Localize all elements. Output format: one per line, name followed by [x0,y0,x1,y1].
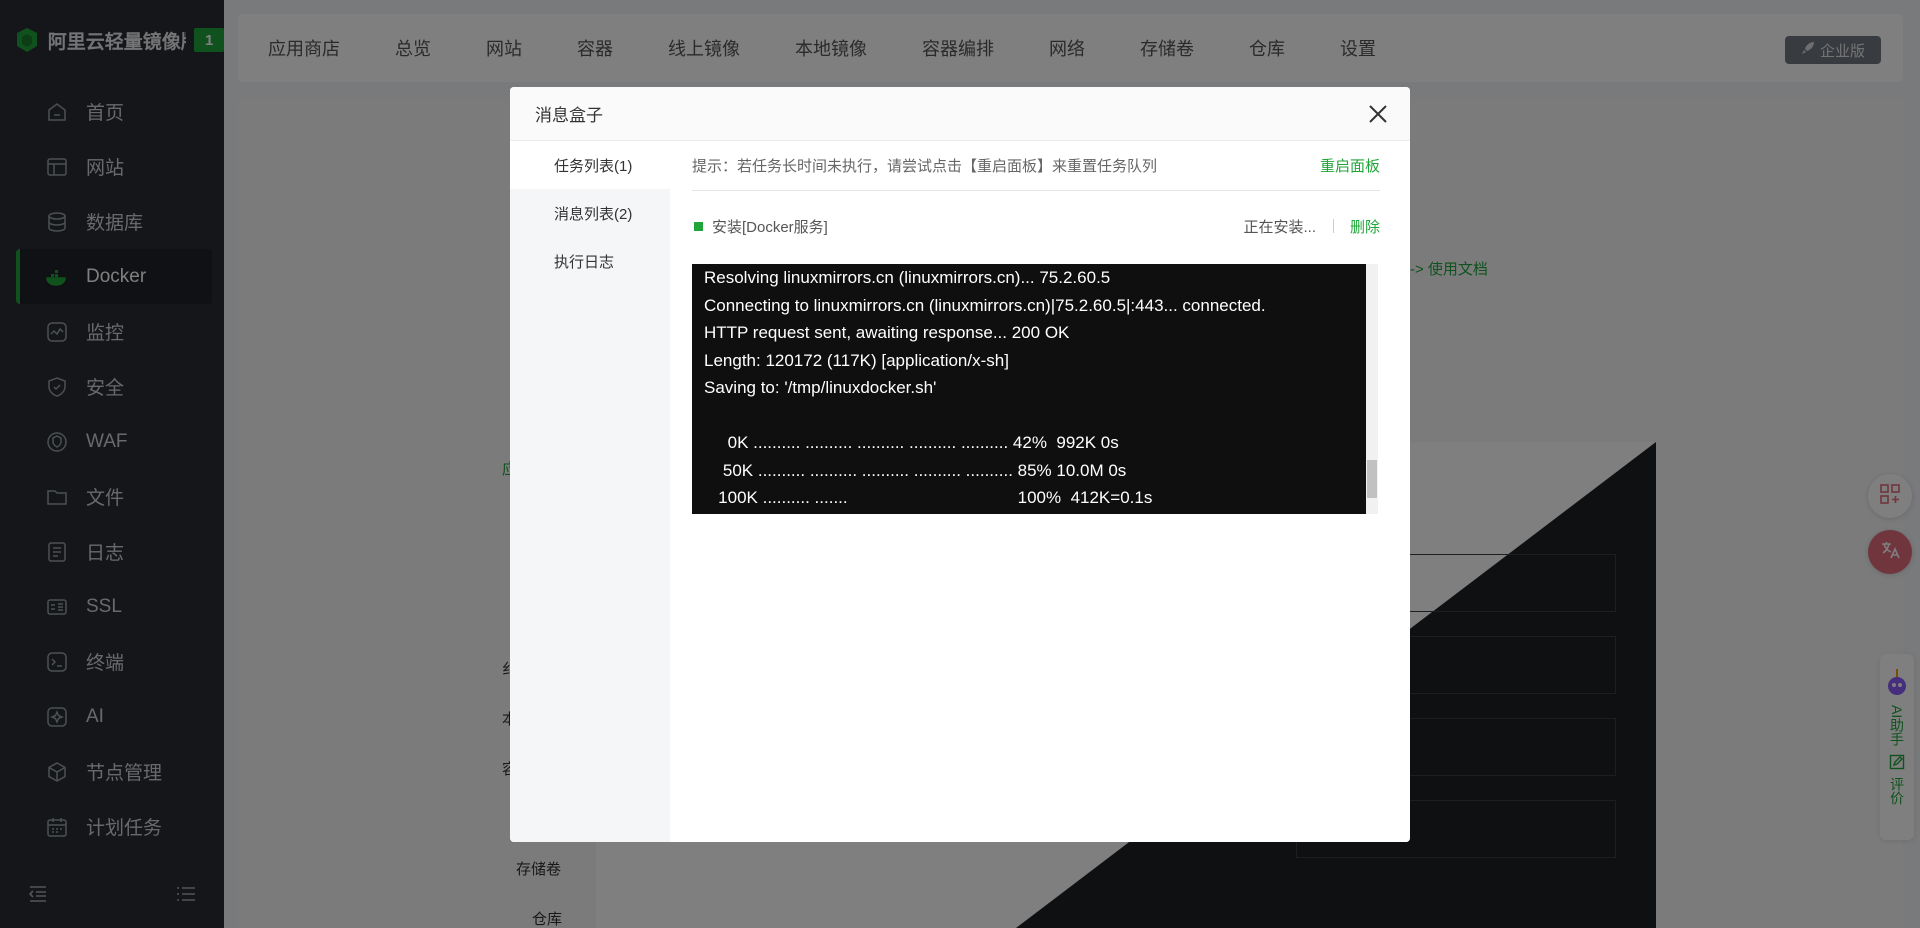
log-line: Length: 120172 (117K) [application/x-sh] [704,350,1009,370]
log-scrollbar-thumb[interactable] [1367,460,1377,498]
tip-bar: 提示：若任务长时间未执行，请尝试点击【重启面板】来重置任务队列 重启面板 [692,141,1380,191]
log-line: Resolving linuxmirrors.cn (linuxmirrors.… [704,268,1111,287]
log-line: HTTP request sent, awaiting response... … [704,323,1070,342]
tip-text: 提示：若任务长时间未执行，请尝试点击【重启面板】来重置任务队列 [692,158,1158,175]
modal-header: 消息盒子 [510,87,1410,141]
modal-tabs: 任务列表(1) 消息列表(2) 执行日志 [510,141,670,842]
log-line: 100K .......... ....... 100% 412K=0.1s [704,488,1153,507]
log-line: 50K .......... .......... .......... ...… [704,460,1127,480]
modal-title: 消息盒子 [535,106,603,125]
log-output[interactable]: Resolving linuxmirrors.cn (linuxmirrors.… [692,264,1366,514]
divider [1333,219,1334,233]
log-scrollbar[interactable] [1366,264,1378,514]
modal-main: 提示：若任务长时间未执行，请尝试点击【重启面板】来重置任务队列 重启面板 安装[… [670,141,1410,842]
log-line: 0K .......... .......... .......... ....… [704,433,1119,452]
close-icon[interactable] [1366,102,1390,126]
log-line: Connecting to linuxmirrors.cn (linuxmirr… [704,295,1266,315]
task-status: 正在安装... [1243,218,1316,236]
restart-panel-link[interactable]: 重启面板 [1320,155,1380,176]
task-row: 安装[Docker服务] 正在安装... 删除 [692,211,1380,241]
tab-exec-log[interactable]: 执行日志 [510,237,670,285]
tab-task-list[interactable]: 任务列表(1) [510,141,670,189]
tab-message-list[interactable]: 消息列表(2) [510,189,670,237]
message-box-modal: 消息盒子 任务列表(1) 消息列表(2) 执行日志 提示：若任务长时间未执行，请… [510,87,1410,842]
task-name: 安装[Docker服务] [712,218,828,236]
log-line: Saving to: '/tmp/linuxdocker.sh' [704,378,937,397]
delete-task-link[interactable]: 删除 [1350,216,1380,237]
status-dot-icon [694,221,703,231]
